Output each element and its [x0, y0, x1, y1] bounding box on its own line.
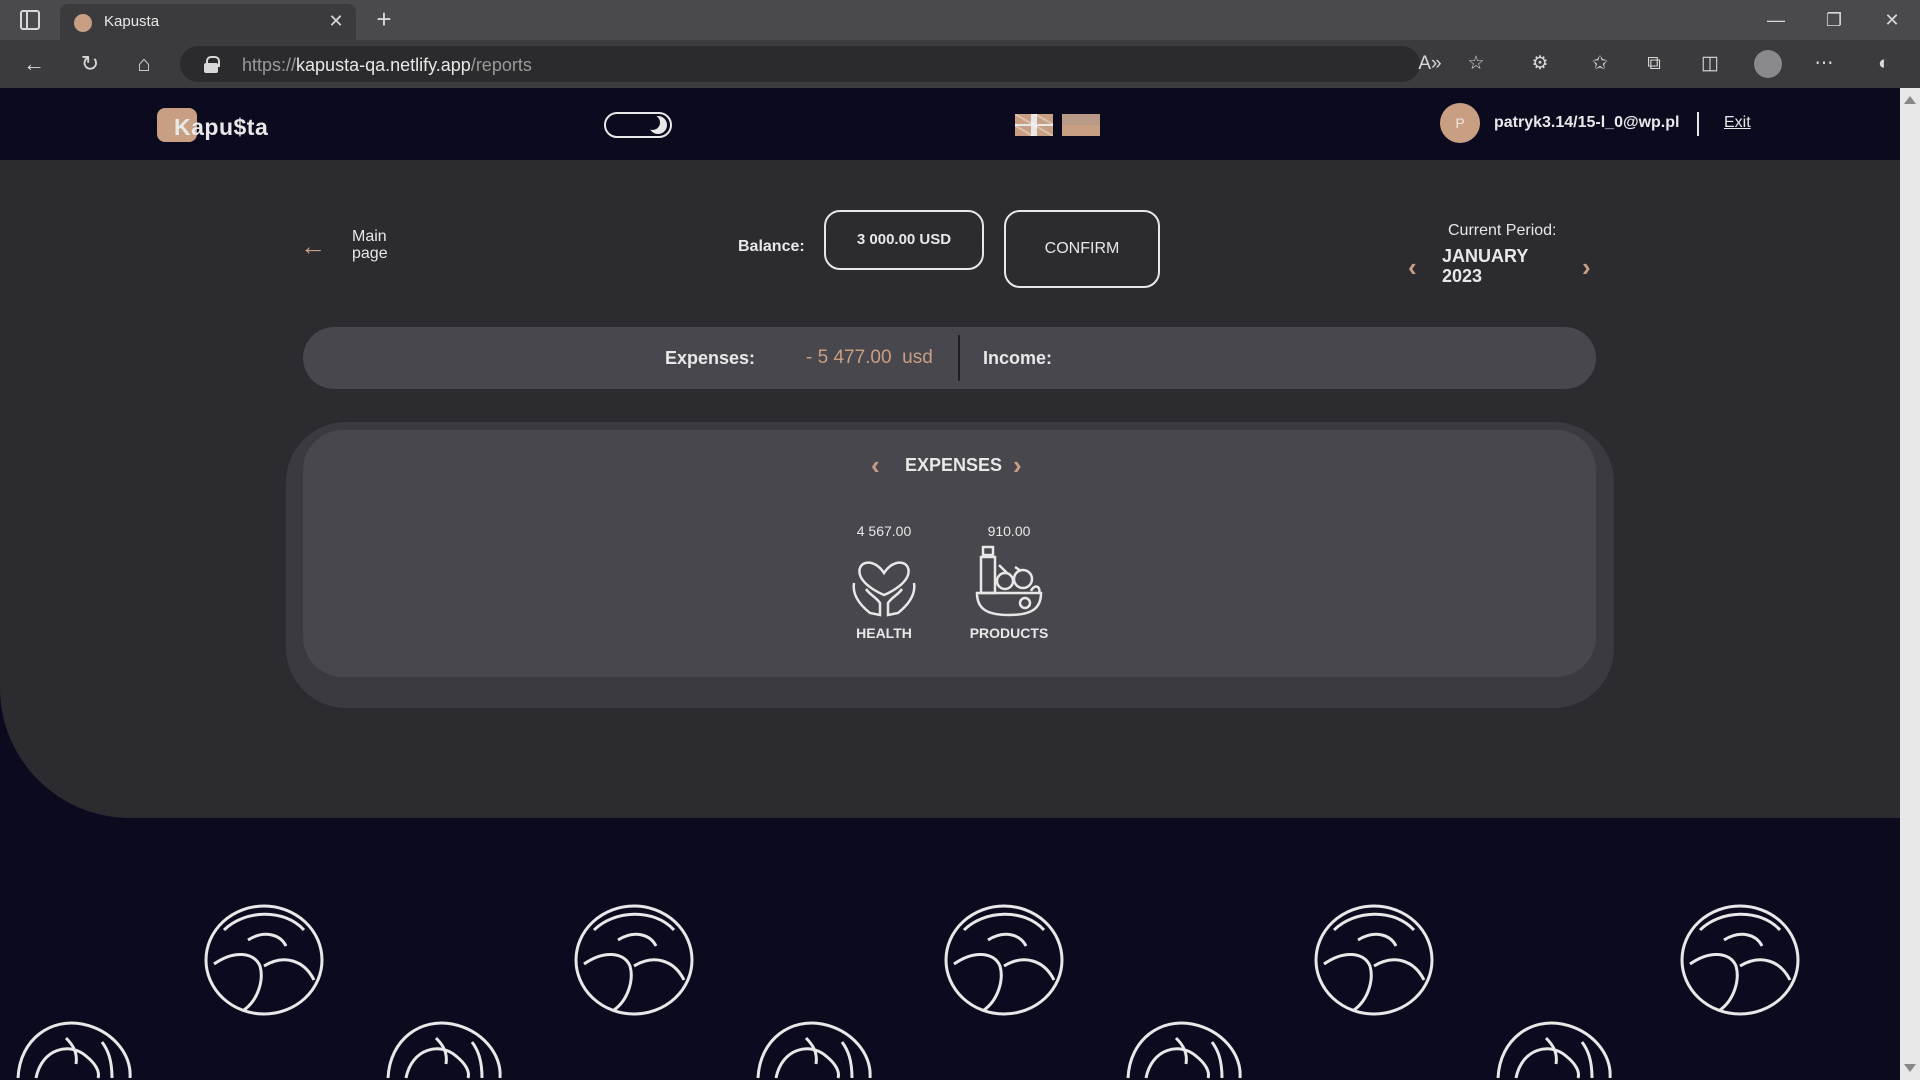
current-period-value: JANUARY 2023	[1442, 246, 1562, 286]
category-name: PRODUCTS	[969, 625, 1049, 641]
category-amount: 4 567.00	[856, 523, 912, 539]
income-label: Income:	[983, 348, 1053, 368]
report-panel: ‹ EXPENSES › 4 567.00 HEALTH 910.00 PROD…	[303, 430, 1596, 677]
back-icon[interactable]: ←	[20, 50, 48, 78]
reload-icon[interactable]: ↻	[76, 50, 104, 78]
category-amount: 910.00	[987, 523, 1031, 539]
expenses-total: - 5 477.00 usd	[806, 347, 933, 368]
report-next-icon[interactable]: ›	[1013, 450, 1022, 481]
main-page-label: Main page	[352, 228, 388, 262]
sidebar-toggle-icon[interactable]	[20, 10, 40, 30]
scroll-up-icon[interactable]	[1904, 96, 1916, 104]
report-title: EXPENSES	[905, 455, 1003, 475]
page-scrollbar[interactable]	[1900, 88, 1920, 1080]
period-month: JANUARY	[1442, 246, 1529, 266]
restore-icon[interactable]: ❐	[1814, 6, 1854, 34]
read-aloud-icon[interactable]: A»	[1416, 50, 1444, 78]
url-text: https://kapusta-qa.netlify.app/reports	[242, 55, 532, 75]
browser-addressbar: ← ↻ ⌂ https://kapusta-qa.netlify.app/rep…	[0, 40, 1920, 88]
summary-bar: Expenses: - 5 477.00 usd Income:	[303, 327, 1596, 389]
url-field[interactable]: https://kapusta-qa.netlify.app/reports	[180, 46, 1420, 82]
polish-flag-icon[interactable]	[1062, 114, 1100, 136]
new-tab-icon[interactable]: +	[370, 5, 398, 33]
balance-label: Balance:	[738, 238, 805, 255]
collections-icon[interactable]: ⧉	[1640, 50, 1668, 78]
scroll-down-icon[interactable]	[1904, 1064, 1916, 1072]
browser-essentials-icon[interactable]: ◫	[1696, 50, 1724, 78]
extensions-icon[interactable]: ⚙	[1526, 50, 1554, 78]
close-tab-icon[interactable]: ✕	[326, 11, 346, 31]
user-email: patryk3.14/15-l_0@wp.pl	[1494, 114, 1680, 131]
minimize-icon[interactable]: —	[1756, 6, 1796, 34]
period-prev-icon[interactable]: ‹	[1408, 252, 1417, 283]
summary-divider	[958, 335, 960, 381]
avatar: P	[1440, 103, 1480, 143]
english-flag-icon[interactable]	[1015, 114, 1053, 136]
balance-input[interactable]: 3 000.00 USD	[824, 210, 984, 270]
confirm-button[interactable]: CONFIRM	[1004, 210, 1160, 288]
products-icon	[975, 545, 1043, 617]
expenses-label: Expenses:	[665, 348, 756, 368]
more-icon[interactable]: ⋯	[1810, 50, 1838, 78]
category-health[interactable]: 4 567.00 HEALTH	[824, 523, 944, 641]
theme-toggle[interactable]	[604, 112, 672, 138]
arrow-left-icon: ←	[300, 231, 326, 261]
close-window-icon[interactable]: ✕	[1872, 6, 1912, 34]
exit-link[interactable]: Exit	[1724, 114, 1751, 132]
period-next-icon[interactable]: ›	[1582, 252, 1591, 283]
copilot-icon[interactable]: ◐	[1870, 50, 1898, 78]
favorites-icon[interactable]: ✩	[1586, 50, 1614, 78]
browser-tabbar: Kapusta ✕ + — ❐ ✕	[0, 0, 1920, 40]
current-period-label: Current Period:	[1448, 222, 1557, 239]
moon-icon	[645, 115, 667, 134]
cabbage-pattern	[16, 904, 1800, 1080]
header-divider	[1697, 112, 1699, 136]
tab-title: Kapusta	[104, 13, 160, 30]
favorite-add-icon[interactable]: ☆	[1462, 50, 1490, 78]
logo[interactable]: Kapu$ta	[174, 114, 268, 141]
app-header: Kapu$ta P patryk3.14/15-l_0@wp.pl Exit	[0, 88, 1900, 160]
home-icon[interactable]: ⌂	[130, 50, 158, 78]
browser-tab[interactable]: Kapusta ✕	[60, 4, 356, 40]
report-prev-icon[interactable]: ‹	[871, 450, 880, 481]
lock-icon	[204, 56, 220, 73]
health-icon	[852, 561, 916, 617]
favicon-icon	[74, 14, 92, 32]
period-year: 2023	[1442, 266, 1483, 286]
profile-icon[interactable]	[1754, 50, 1782, 78]
category-products[interactable]: 910.00 PRODUCTS	[949, 523, 1069, 641]
category-name: HEALTH	[856, 625, 912, 641]
